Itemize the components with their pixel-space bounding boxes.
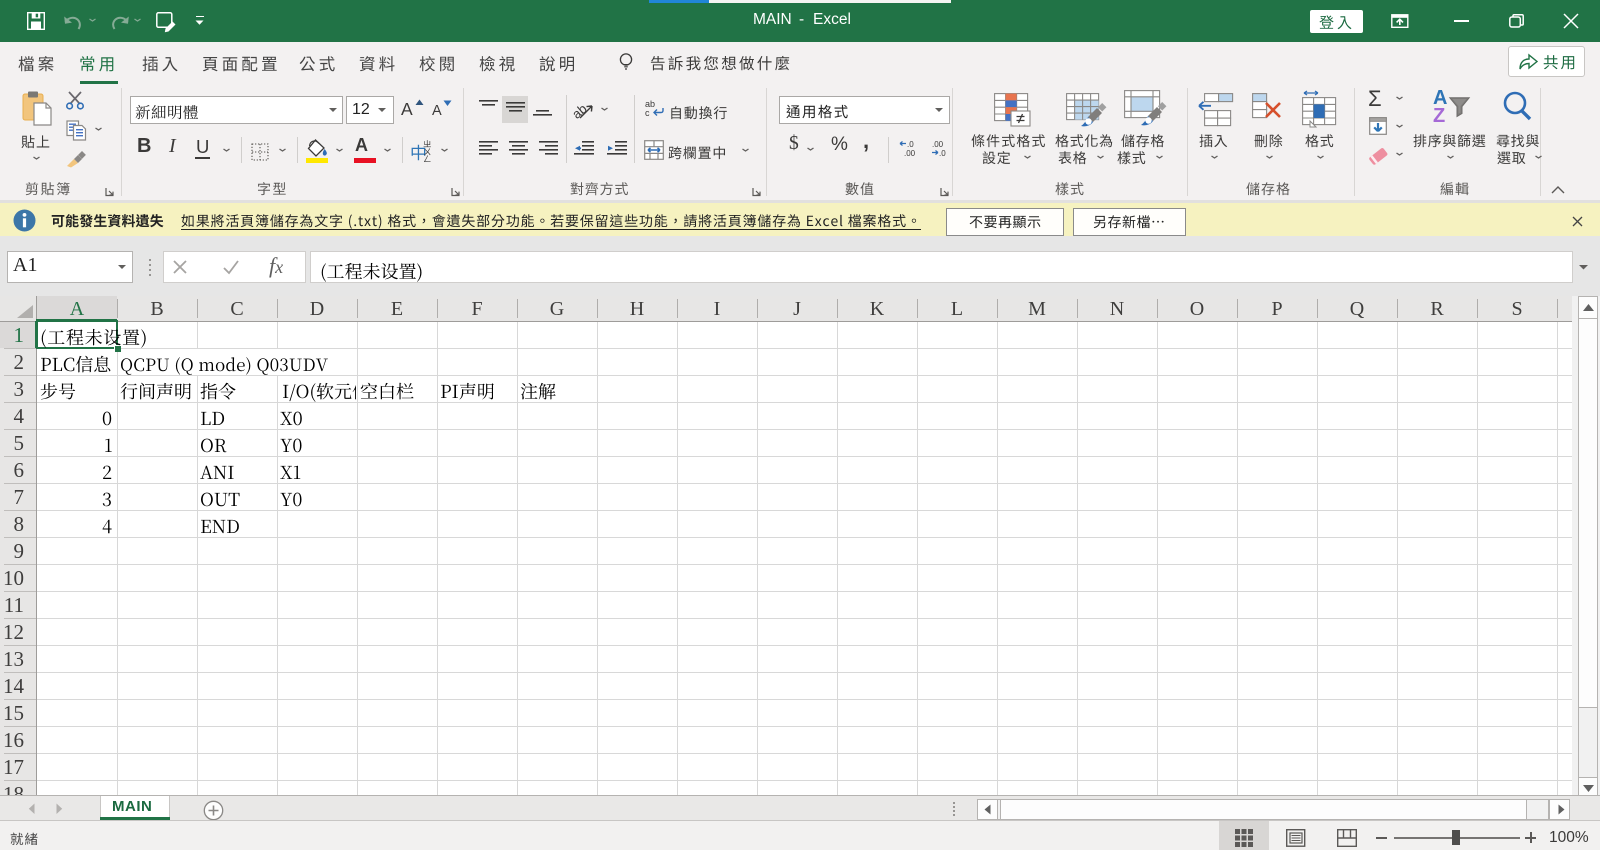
svg-text:c: c [645, 108, 650, 118]
svg-text:.00: .00 [904, 149, 916, 158]
svg-text:.00: .00 [932, 140, 944, 149]
svg-text:.0: .0 [939, 149, 946, 158]
svg-text:.0: .0 [907, 140, 914, 149]
